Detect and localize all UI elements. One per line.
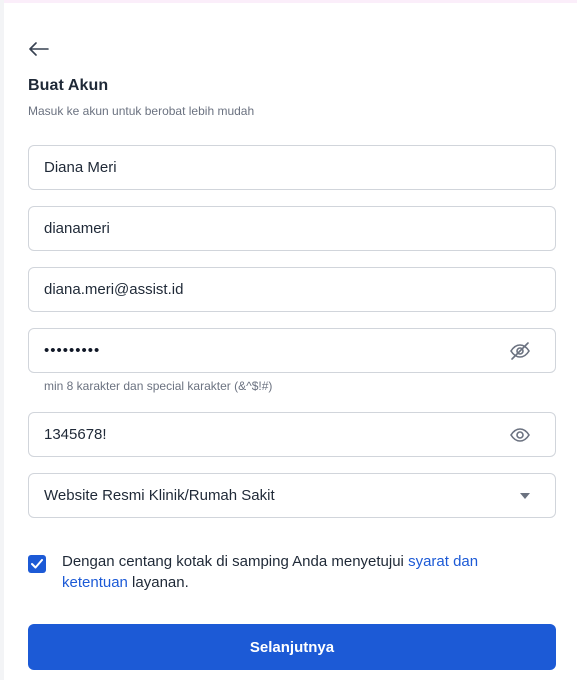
email-field[interactable] — [28, 267, 556, 312]
top-border — [0, 0, 577, 3]
terms-text: Dengan centang kotak di samping Anda men… — [62, 551, 542, 593]
source-select-value: Website Resmi Klinik/Rumah Sakit — [44, 487, 275, 504]
confirm-password-field[interactable] — [28, 412, 556, 457]
arrow-left-icon — [29, 42, 49, 56]
confirm-password-input[interactable] — [44, 426, 540, 443]
page-subtitle: Masuk ke akun untuk berobat lebih mudah — [28, 104, 255, 118]
page-title: Buat Akun — [28, 77, 109, 94]
source-select[interactable]: Website Resmi Klinik/Rumah Sakit — [28, 473, 556, 518]
eye-icon — [510, 428, 530, 442]
full-name-field[interactable] — [28, 145, 556, 190]
terms-text-after: layanan. — [127, 574, 189, 591]
submit-button[interactable]: Selanjutnya — [28, 624, 556, 670]
password-toggle[interactable] — [509, 341, 531, 361]
terms-checkbox[interactable] — [28, 555, 46, 573]
chevron-down-icon — [520, 493, 530, 499]
left-edge — [0, 0, 4, 680]
confirm-password-toggle[interactable] — [509, 425, 531, 445]
username-field[interactable] — [28, 206, 556, 251]
username-input[interactable] — [44, 220, 540, 237]
back-button[interactable] — [28, 40, 50, 58]
password-hint: min 8 karakter dan special karakter (&^$… — [44, 379, 273, 393]
check-icon — [31, 559, 43, 569]
eye-off-icon — [510, 342, 530, 360]
full-name-input[interactable] — [44, 159, 540, 176]
password-field[interactable]: ••••••••• — [28, 328, 556, 373]
password-input[interactable]: ••••••••• — [44, 342, 100, 359]
email-input[interactable] — [44, 281, 540, 298]
terms-text-before: Dengan centang kotak di samping Anda men… — [62, 553, 409, 570]
